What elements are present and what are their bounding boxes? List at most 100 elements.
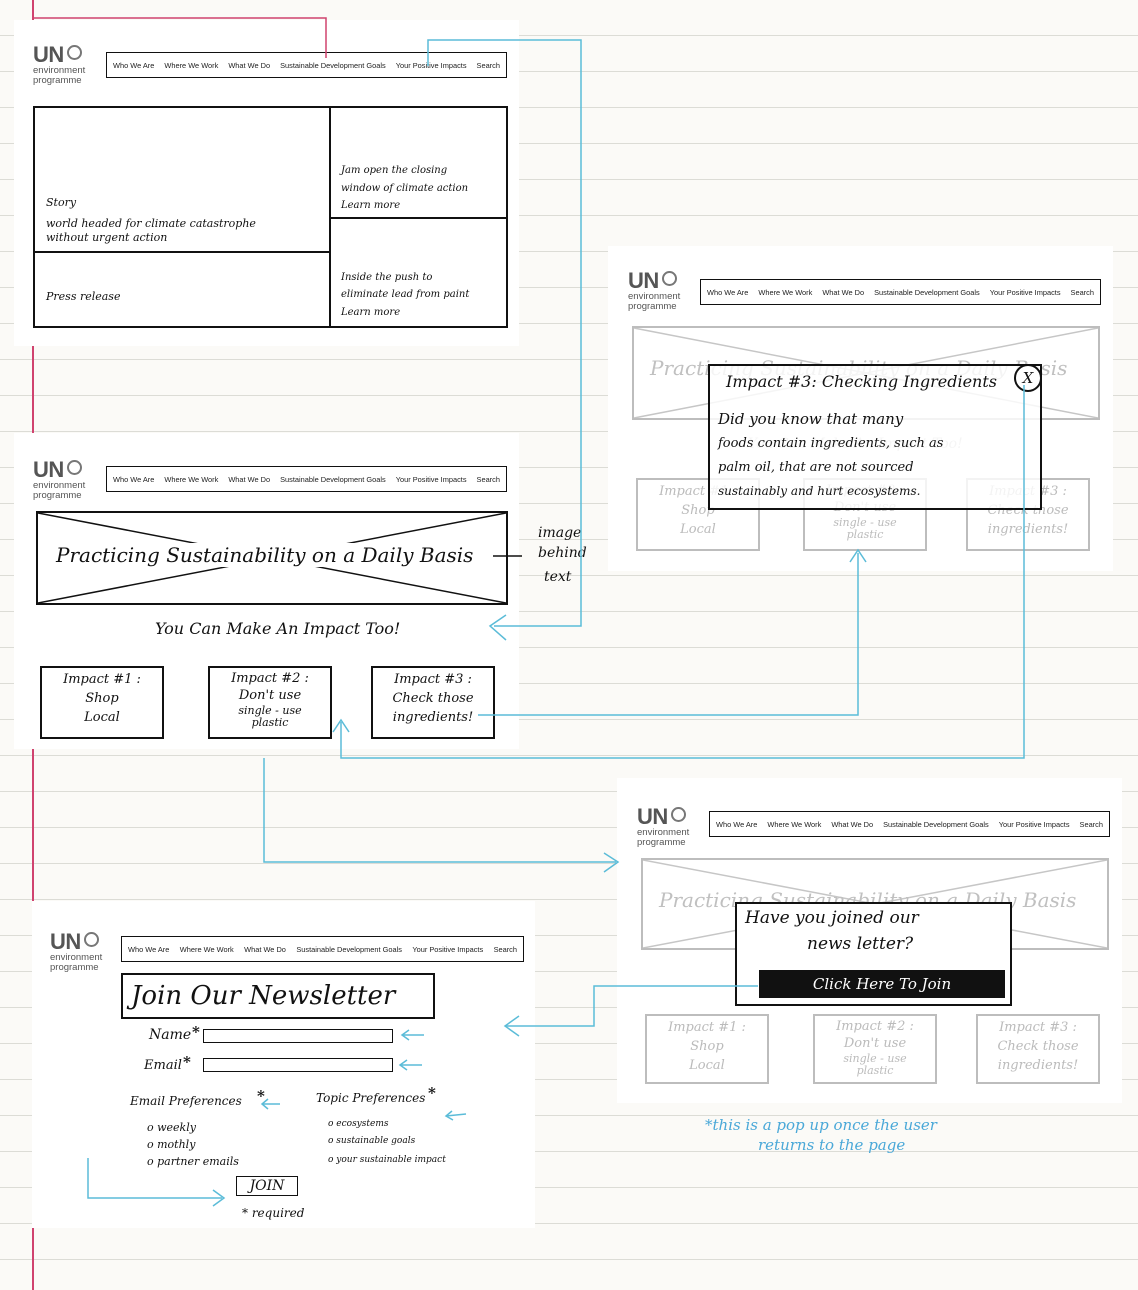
nav-who-we-are[interactable]: Who We Are — [128, 945, 169, 954]
impact-card-3-line1: Check those — [392, 691, 474, 706]
impact-card-2-faded-line3: plastic — [856, 1064, 894, 1077]
impact-card-1-faded-line2: Local — [680, 522, 716, 537]
nav-positive-impacts[interactable]: Your Positive Impacts — [412, 945, 483, 954]
nav-sdg[interactable]: Sustainable Development Goals — [883, 820, 989, 829]
email-preferences-label: Email Preferences — [130, 1094, 242, 1108]
email-input[interactable] — [203, 1058, 393, 1072]
email-preferences-required-mark: * — [257, 1087, 265, 1105]
side-story-2-line2: eliminate lead from paint — [341, 289, 470, 300]
ingredient-popup-frame: UN environment programme Who We Are Where… — [608, 246, 1113, 571]
nav-where-we-work[interactable]: Where We Work — [767, 820, 821, 829]
nav-who-we-are[interactable]: Who We Are — [113, 475, 154, 484]
impact-card-2-faded-line3: plastic — [846, 528, 884, 541]
nav-who-we-are[interactable]: Who We Are — [113, 61, 154, 70]
impact-card-2-faded: Impact #2 : Don't use single - use plast… — [813, 1014, 937, 1084]
un-logo: UN environment programme — [33, 457, 86, 501]
impact-card-1-faded: Impact #1 : Shop Local — [645, 1014, 769, 1084]
nav-search[interactable]: Search — [477, 61, 500, 70]
topic-preferences-required-mark: * — [428, 1084, 436, 1102]
nav-positive-impacts[interactable]: Your Positive Impacts — [396, 61, 467, 70]
story-label: Story — [46, 196, 77, 209]
close-icon[interactable]: X — [1014, 364, 1042, 392]
impact-card-2-faded-line1: Don't use — [843, 1036, 907, 1051]
nav-search[interactable]: Search — [1080, 820, 1103, 829]
side-story-1-learn-more[interactable]: Learn more — [341, 200, 400, 211]
popup-note-2: returns to the page — [758, 1136, 906, 1154]
nav-sdg[interactable]: Sustainable Development Goals — [874, 288, 980, 297]
topic-pref-ecosystems[interactable]: o ecosystems — [328, 1119, 388, 1129]
join-newsletter-button[interactable]: Click Here To Join — [759, 970, 1005, 998]
ingredient-modal-line3: palm oil, that are not sourced — [718, 460, 914, 475]
email-pref-partner[interactable]: o partner emails — [147, 1155, 239, 1168]
nav-sdg[interactable]: Sustainable Development Goals — [280, 475, 386, 484]
impact-card-3-faded-title: Impact #3 : — [999, 1020, 1077, 1035]
impact-card-3-title: Impact #3 : — [394, 672, 472, 687]
impact-card-1-faded-line1: Shop — [690, 1039, 724, 1054]
un-globe-icon — [66, 460, 82, 475]
nav-search[interactable]: Search — [494, 945, 517, 954]
nav-what-we-do[interactable]: What We Do — [244, 945, 286, 954]
name-input[interactable] — [203, 1029, 393, 1043]
email-pref-weekly[interactable]: o weekly — [147, 1121, 196, 1134]
nav-what-we-do[interactable]: What We Do — [831, 820, 873, 829]
nav-who-we-are[interactable]: Who We Are — [707, 288, 748, 297]
impact-card-2[interactable]: Impact #2 : Don't use single - use plast… — [208, 666, 332, 739]
impact-card-1-faded-title: Impact #1 : — [668, 1020, 746, 1035]
nav-sdg[interactable]: Sustainable Development Goals — [296, 945, 402, 954]
impact-card-2-faded-title: Impact #2 : — [836, 1019, 914, 1034]
impact-card-3-faded-line2: ingredients! — [987, 522, 1069, 537]
nav-positive-impacts[interactable]: Your Positive Impacts — [990, 288, 1061, 297]
nav-what-we-do[interactable]: What We Do — [228, 475, 270, 484]
nav-where-we-work[interactable]: Where We Work — [758, 288, 812, 297]
email-label: Email — [144, 1058, 182, 1073]
nav-search[interactable]: Search — [477, 475, 500, 484]
hero-note-2: behind — [538, 545, 587, 561]
nav-positive-impacts[interactable]: Your Positive Impacts — [396, 475, 467, 484]
ingredient-modal: Impact #3: Checking Ingredients X Did yo… — [708, 364, 1042, 510]
nav-what-we-do[interactable]: What We Do — [822, 288, 864, 297]
email-pref-monthly[interactable]: o mothly — [147, 1138, 195, 1151]
topic-pref-sustainable-goals[interactable]: o sustainable goals — [328, 1136, 415, 1146]
impact-card-3-faded-line2: ingredients! — [997, 1058, 1079, 1073]
impact-card-1-faded-line2: Local — [689, 1058, 725, 1073]
nav-sdg[interactable]: Sustainable Development Goals — [280, 61, 386, 70]
name-required-mark: * — [192, 1023, 200, 1041]
nav-who-we-are[interactable]: Who We Are — [716, 820, 757, 829]
press-release-label[interactable]: Press release — [46, 290, 120, 303]
impact-card-1[interactable]: Impact #1 : Shop Local — [40, 666, 164, 739]
un-globe-icon — [661, 271, 677, 286]
main-nav: Who We Are Where We Work What We Do Sust… — [709, 811, 1110, 837]
nav-where-we-work[interactable]: Where We Work — [164, 61, 218, 70]
ingredient-modal-line2: foods contain ingredients, such as — [718, 436, 944, 451]
join-button[interactable]: JOIN — [236, 1176, 298, 1196]
story-headline-2[interactable]: without urgent action — [46, 231, 167, 244]
un-logo: UN environment programme — [33, 42, 86, 86]
nav-where-we-work[interactable]: Where We Work — [164, 475, 218, 484]
topic-pref-your-impact[interactable]: o your sustainable impact — [328, 1155, 446, 1165]
hero-note-3: text — [544, 569, 572, 585]
main-nav: Who We Are Where We Work What We Do Sust… — [106, 466, 507, 492]
newsletter-title: Join Our Newsletter — [131, 981, 396, 1011]
required-note: * required — [242, 1206, 305, 1220]
nav-positive-impacts[interactable]: Your Positive Impacts — [999, 820, 1070, 829]
story-headline-1[interactable]: world headed for climate catastrophe — [46, 217, 256, 230]
ingredient-modal-title: Impact #3: Checking Ingredients — [726, 372, 997, 391]
side-story-2-learn-more[interactable]: Learn more — [341, 307, 400, 318]
nav-search[interactable]: Search — [1071, 288, 1094, 297]
popup-note-1: *this is a pop up once the user — [705, 1116, 937, 1134]
impact-card-3[interactable]: Impact #3 : Check those ingredients! — [371, 666, 495, 739]
newsletter-title-box: Join Our Newsletter — [121, 973, 435, 1019]
nav-what-we-do[interactable]: What We Do — [228, 61, 270, 70]
side-story-2-line1: Inside the push to — [341, 272, 433, 283]
impact-card-3-line2: ingredients! — [392, 710, 474, 725]
hero-note-1: image — [538, 525, 582, 541]
impact-card-3-faded-line1: Check those — [997, 1039, 1079, 1054]
un-globe-icon — [83, 932, 99, 947]
side-story-1-line2: window of climate action — [341, 183, 469, 194]
un-globe-icon — [66, 45, 82, 60]
un-logo: UN environment programme — [50, 929, 103, 973]
impact-subtitle: You Can Make An Impact Too! — [155, 619, 401, 638]
newsletter-modal-line1: Have you joined our — [745, 908, 919, 928]
newsletter-frame: UN environment programme Who We Are Where… — [32, 901, 535, 1228]
nav-where-we-work[interactable]: Where We Work — [180, 945, 234, 954]
